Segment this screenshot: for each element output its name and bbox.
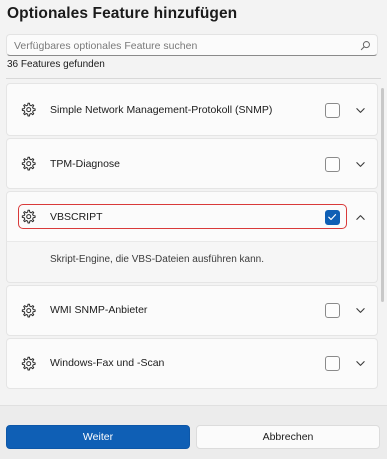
feature-checkbox[interactable] — [325, 356, 340, 371]
feature-description: Skript-Engine, die VBS-Dateien ausführen… — [50, 254, 265, 265]
dialog-title: Optionales Feature hinzufügen — [7, 5, 238, 22]
selection-highlight — [18, 204, 347, 229]
feature-label: Simple Network Management-Protokoll (SNM… — [50, 104, 273, 116]
feature-item-wmi-snmp[interactable]: WMI SNMP-Anbieter — [6, 285, 378, 336]
search-icon[interactable] — [360, 40, 371, 51]
chevron-down-icon[interactable] — [355, 105, 366, 116]
search-input[interactable] — [14, 37, 354, 54]
next-button[interactable]: Weiter — [6, 425, 190, 449]
gear-icon — [21, 356, 36, 371]
feature-checkbox[interactable] — [325, 157, 340, 172]
feature-item-tpm-diagnose[interactable]: TPM-Diagnose — [6, 138, 378, 189]
dialog-footer: Weiter Abbrechen — [0, 405, 387, 459]
chevron-down-icon[interactable] — [355, 305, 366, 316]
feature-description-panel: Skript-Engine, die VBS-Dateien ausführen… — [6, 241, 378, 283]
feature-label: TPM-Diagnose — [50, 158, 121, 170]
feature-list[interactable]: Simple Network Management-Protokoll (SNM… — [6, 78, 381, 390]
result-count: 36 Features gefunden — [7, 59, 105, 70]
feature-checkbox[interactable] — [325, 103, 340, 118]
feature-item-vbscript[interactable]: VBSCRIPT — [6, 191, 378, 242]
feature-item-windows-fax-scan[interactable]: Windows-Fax und -Scan — [6, 338, 378, 389]
feature-item-snmp[interactable]: Simple Network Management-Protokoll (SNM… — [6, 83, 378, 136]
feature-label: WMI SNMP-Anbieter — [50, 304, 148, 316]
feature-label: Windows-Fax und -Scan — [50, 357, 165, 369]
chevron-down-icon[interactable] — [355, 358, 366, 369]
list-scrollbar[interactable] — [381, 88, 384, 302]
cancel-button[interactable]: Abbrechen — [196, 425, 380, 449]
gear-icon — [21, 303, 36, 318]
feature-checkbox[interactable] — [325, 303, 340, 318]
chevron-up-icon[interactable] — [355, 212, 366, 223]
gear-icon — [21, 156, 36, 171]
search-box[interactable] — [6, 34, 378, 56]
chevron-down-icon[interactable] — [355, 159, 366, 170]
gear-icon — [21, 102, 36, 117]
add-optional-feature-dialog: Optionales Feature hinzufügen 36 Feature… — [0, 0, 387, 459]
